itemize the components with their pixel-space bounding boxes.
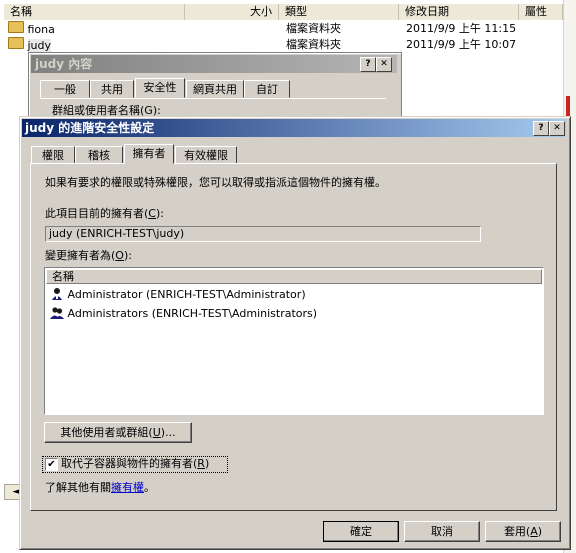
properties-help-button[interactable]: ? bbox=[360, 57, 376, 72]
owner-name: Administrator (ENRICH-TEST\Administrator… bbox=[67, 288, 306, 301]
apply-button[interactable]: 套用(A) bbox=[485, 521, 561, 542]
user-icon bbox=[52, 288, 62, 300]
properties-title-bar: judy 內容 bbox=[31, 55, 397, 73]
tab-auditing[interactable]: 稽核 bbox=[75, 146, 123, 164]
column-header-size[interactable]: 大小 bbox=[185, 4, 279, 20]
dialog-title-bar: judy 的進階安全性設定 bbox=[22, 119, 566, 137]
file-type: 檔案資料夾 bbox=[286, 22, 341, 35]
column-header-name[interactable]: 名稱 bbox=[4, 4, 185, 20]
file-name: judy bbox=[27, 39, 52, 52]
list-item[interactable]: Administrator (ENRICH-TEST\Administrator… bbox=[50, 287, 540, 303]
owner-name: Administrators (ENRICH-TEST\Administrato… bbox=[67, 307, 318, 320]
owner-description: 如果有要求的權限或特殊權限，您可以取得或指派這個物件的擁有權。 bbox=[45, 176, 386, 189]
replace-owner-checkbox[interactable]: ✔ bbox=[45, 458, 58, 471]
properties-title: judy 內容 bbox=[35, 57, 93, 71]
folder-icon bbox=[8, 37, 24, 49]
folder-icon bbox=[8, 21, 24, 33]
owner-list-column-header[interactable]: 名稱 bbox=[46, 269, 542, 284]
tab-custom[interactable]: 自訂 bbox=[244, 80, 290, 98]
dialog-title: judy 的進階安全性設定 bbox=[25, 121, 155, 135]
cancel-button[interactable]: 取消 bbox=[404, 521, 480, 542]
tab-permissions[interactable]: 權限 bbox=[31, 146, 75, 164]
group-icon bbox=[50, 307, 64, 319]
current-owner-field: judy (ENRICH-TEST\judy) bbox=[45, 226, 481, 242]
tab-security[interactable]: 安全性 bbox=[135, 78, 185, 98]
tab-sharing[interactable]: 共用 bbox=[90, 80, 134, 98]
replace-owner-label[interactable]: 取代子容器與物件的擁有者(R) bbox=[61, 457, 209, 471]
tab-owner[interactable]: 擁有者 bbox=[124, 144, 174, 164]
dialog-help-button[interactable]: ? bbox=[533, 121, 549, 136]
file-name: fiona bbox=[27, 23, 55, 36]
column-header-attributes[interactable]: 屬性 bbox=[519, 4, 563, 20]
column-header-type[interactable]: 類型 bbox=[279, 4, 399, 20]
properties-close-button[interactable]: ✕ bbox=[376, 57, 392, 72]
column-header-modified[interactable]: 修改日期 bbox=[399, 4, 519, 20]
list-item[interactable]: Administrators (ENRICH-TEST\Administrato… bbox=[50, 306, 540, 322]
ownership-link[interactable]: 擁有權 bbox=[111, 481, 144, 494]
tab-general[interactable]: 一般 bbox=[40, 80, 90, 98]
tab-web-sharing[interactable]: 網頁共用 bbox=[186, 80, 244, 98]
change-owner-label: 變更擁有者為(O): bbox=[45, 249, 132, 262]
file-type: 檔案資料夾 bbox=[286, 38, 341, 51]
ok-button[interactable]: 確定 bbox=[323, 521, 399, 542]
dialog-close-button[interactable]: ✕ bbox=[549, 121, 565, 136]
other-users-groups-button[interactable]: 其他使用者或群組(U)... bbox=[44, 422, 192, 443]
file-date: 2011/9/9 上午 11:15 bbox=[406, 22, 517, 35]
learn-more-text: 了解其他有關擁有權。 bbox=[45, 481, 155, 494]
file-date: 2011/9/9 上午 10:07 bbox=[406, 38, 517, 51]
current-owner-label: 此項目目前的擁有者(C): bbox=[45, 207, 164, 220]
tab-effective-permissions[interactable]: 有效權限 bbox=[175, 146, 237, 164]
